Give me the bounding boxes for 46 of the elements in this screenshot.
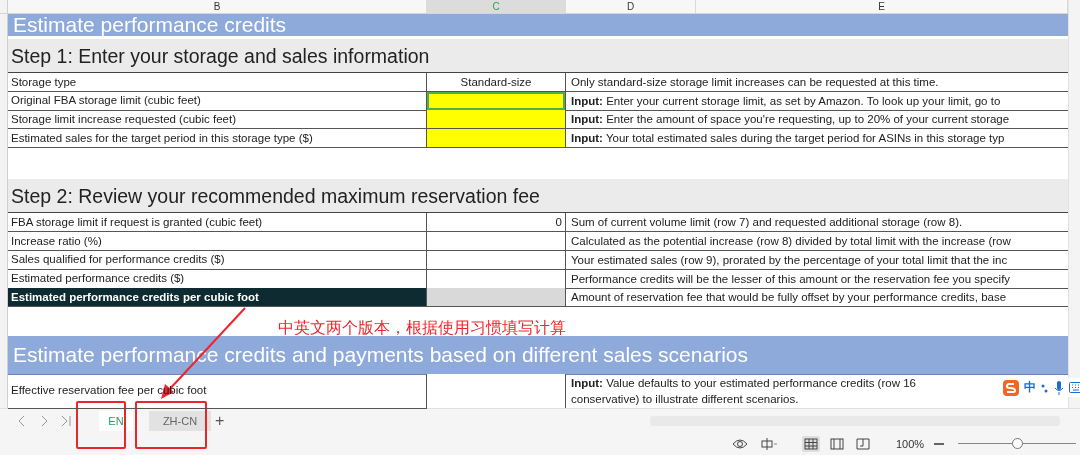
zoom-out-icon[interactable] xyxy=(934,441,945,446)
corner-cell[interactable] xyxy=(0,0,8,13)
input-mode-label[interactable]: 中 xyxy=(1024,379,1036,396)
table-cell[interactable]: 0 xyxy=(427,213,566,233)
note-text: Performance credits will be the lesser of this amount or the reservation fee you specify xyxy=(566,269,1068,289)
chevron-right-icon[interactable] xyxy=(40,414,48,427)
row-label: Original FBA storage limit (cubic feet) xyxy=(8,91,427,111)
chevron-left-icon[interactable] xyxy=(18,414,26,427)
input-cell[interactable] xyxy=(427,129,566,149)
note-text: Input: Enter the amount of space you're requesting, up to 20% of your current storage xyxy=(566,110,1068,130)
microphone-icon[interactable] xyxy=(1054,380,1064,395)
note-text: Amount of reservation fee that would be fully offset by your performance credits, base xyxy=(566,288,1068,308)
page-break-icon[interactable] xyxy=(854,435,872,452)
table-cell[interactable]: Standard-size xyxy=(427,73,566,92)
note-text: Sum of current volume limit (row 7) and requested additional storage (row 8). xyxy=(566,213,1068,233)
note-text: Your estimated sales (row 9), prorated by the percentage of your total limit that the inc xyxy=(566,250,1068,270)
row-header[interactable] xyxy=(0,14,8,37)
table-cell[interactable] xyxy=(427,232,566,252)
normal-view-icon[interactable] xyxy=(802,435,820,452)
step-heading: Step 2: Review your recommended maximum reservation fee xyxy=(8,176,1068,214)
row-label: FBA storage limit if request is granted (cubic feet) xyxy=(8,213,427,233)
input-cell[interactable] xyxy=(427,110,566,130)
section-banner: Estimate performance credits xyxy=(8,14,1068,37)
last-sheet-icon[interactable] xyxy=(60,414,72,427)
table-cell[interactable] xyxy=(427,373,566,409)
note-text: Input: Your total estimated sales during the target period for ASINs in this storage typ xyxy=(566,129,1068,149)
zoom-level[interactable]: 100% xyxy=(896,437,925,450)
row-label: Estimated performance credits per cubic foot xyxy=(8,288,427,308)
page-layout-icon[interactable] xyxy=(828,435,846,452)
row-label: Storage type xyxy=(8,73,427,92)
highlight-frame xyxy=(135,401,207,449)
table-cell[interactable] xyxy=(427,288,566,308)
row-label: Storage limit increase requested (cubic feet) xyxy=(8,110,427,130)
row-label: Sales qualified for performance credits ($) xyxy=(8,250,427,270)
row-label: Estimated sales for the target period in this storage type ($) xyxy=(8,129,427,149)
note-text: Input: Enter your current storage limit, as set by Amazon. To look up your limit, go to xyxy=(566,91,1068,111)
keyboard-icon[interactable] xyxy=(1069,382,1080,393)
row-header[interactable] xyxy=(0,373,8,409)
note-text: Only standard-size storage limit increases can be requested at this time. xyxy=(566,73,1068,92)
highlight-frame xyxy=(76,401,126,449)
step-heading: Step 1: Enter your storage and sales information xyxy=(8,36,1068,73)
add-sheet-button[interactable]: + xyxy=(213,411,227,430)
sheet-tab[interactable]: ZH-CN xyxy=(149,410,211,431)
note-text: Calculated as the potential increase (row 8) divided by total limit with the increase (row xyxy=(566,232,1068,252)
zoom-slider-thumb[interactable] xyxy=(1012,438,1024,450)
row-label: Increase ratio (%) xyxy=(8,232,427,252)
